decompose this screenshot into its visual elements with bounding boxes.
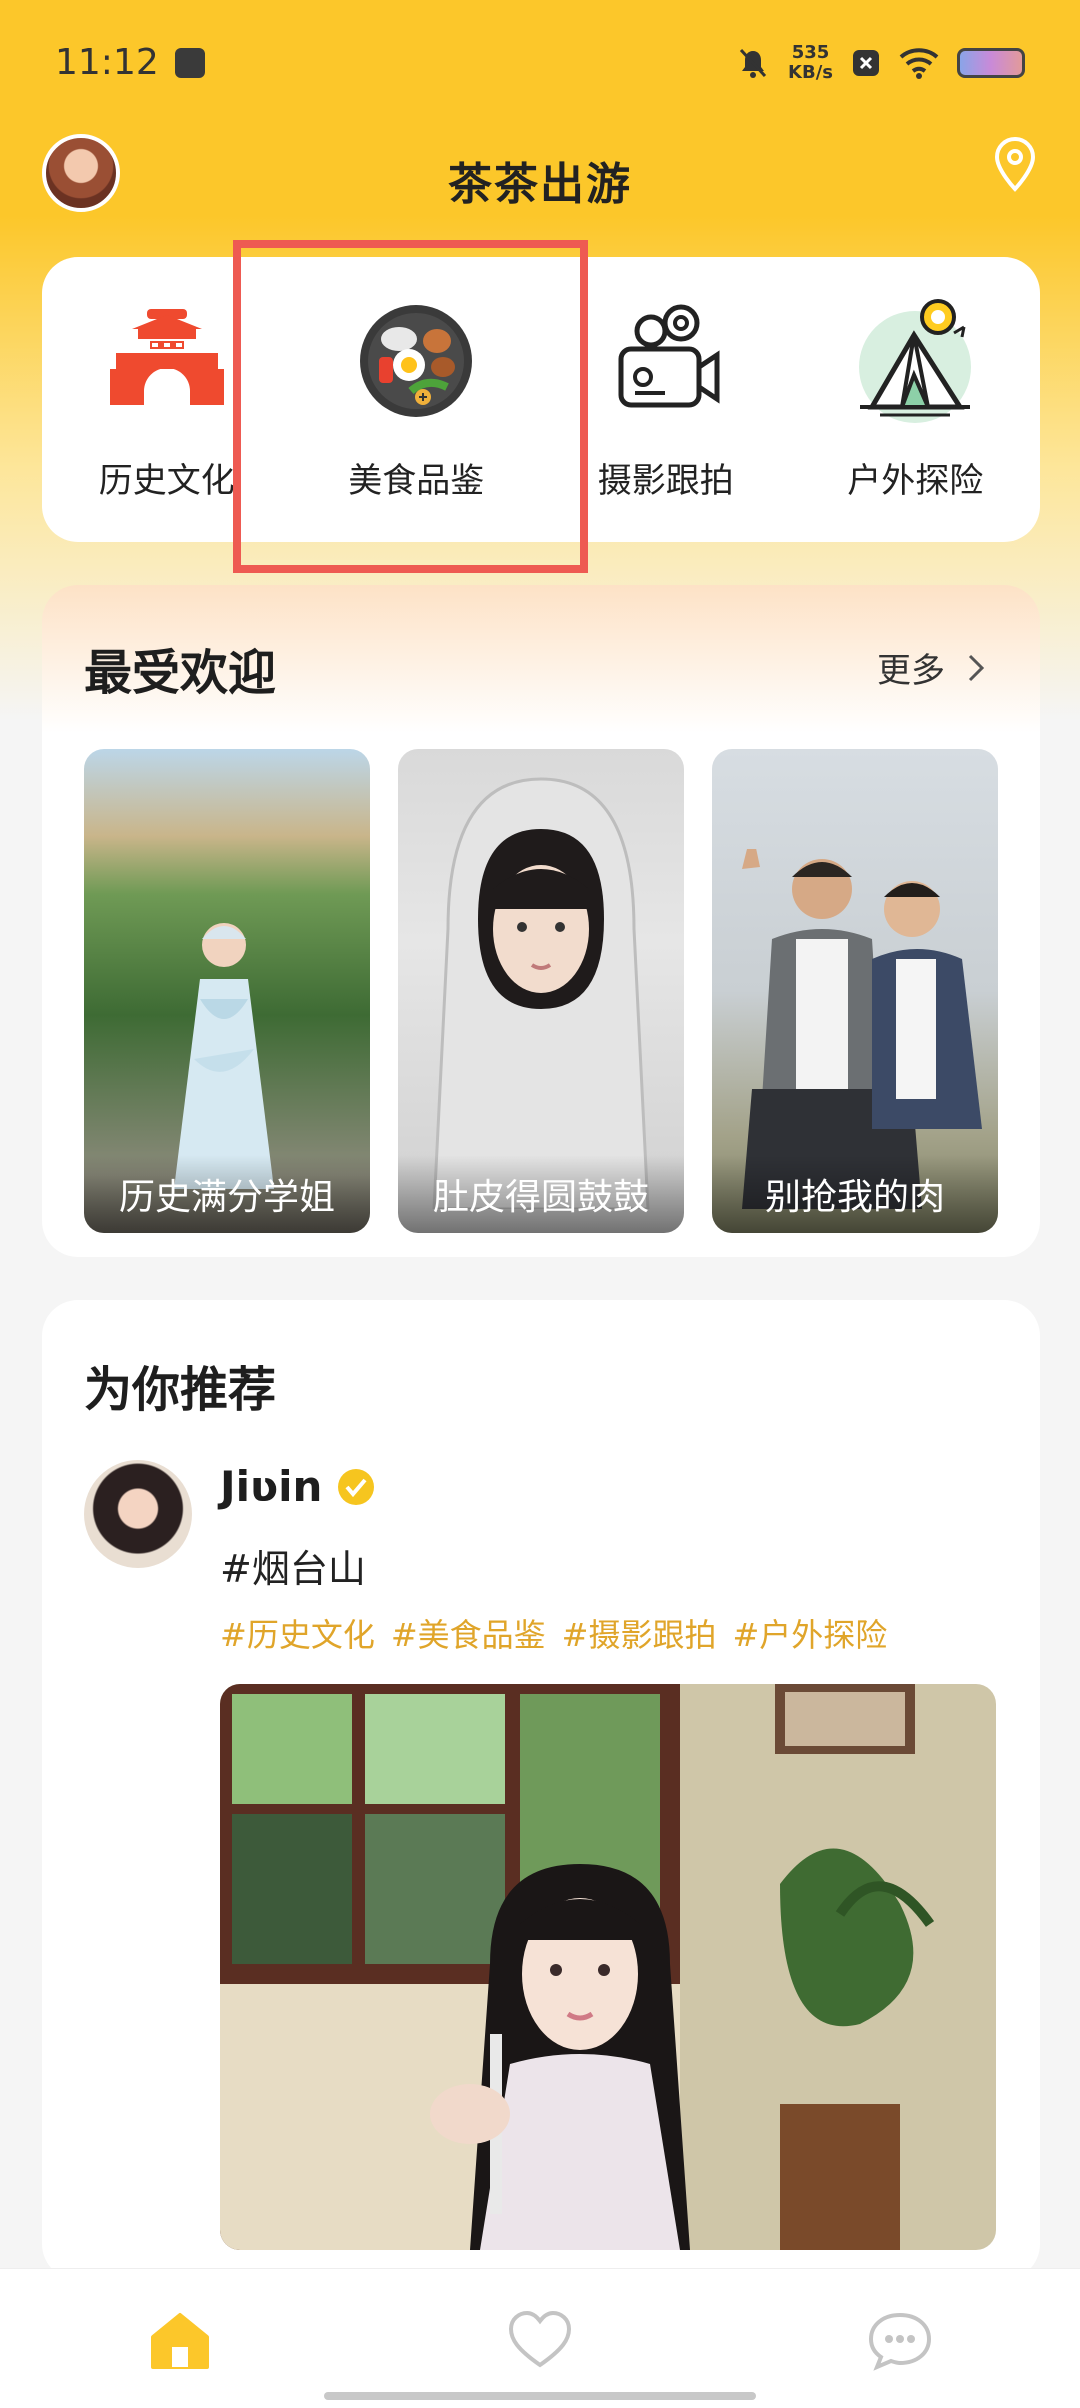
- user-avatar[interactable]: [42, 134, 120, 212]
- status-time: 11:12: [55, 42, 159, 83]
- section-title: 最受欢迎: [84, 633, 277, 707]
- page-title: 茶茶出游: [448, 159, 632, 210]
- chinese-gate-icon: [109, 309, 224, 405]
- post-tag[interactable]: #摄影跟拍: [562, 1610, 717, 1656]
- popular-caption: 肚皮得圆鼓鼓: [398, 1155, 684, 1233]
- bottom-nav: [0, 2268, 1080, 2408]
- popular-card[interactable]: 肚皮得圆鼓鼓: [398, 749, 684, 1233]
- author-avatar[interactable]: [84, 1460, 192, 1568]
- post-tag[interactable]: #历史文化: [220, 1610, 375, 1656]
- popular-caption: 别抢我的肉: [712, 1155, 998, 1233]
- recommend-section: 为你推荐 Jiʋin #烟台山 #历史文化 #美食品鉴 #摄影跟拍 #户外探险: [42, 1300, 1040, 2280]
- author-name-row[interactable]: Jiʋin: [220, 1462, 376, 1511]
- popular-card[interactable]: 别抢我的肉: [712, 749, 998, 1233]
- chevron-right-icon: [968, 654, 985, 681]
- category-outdoor[interactable]: 户外探险: [800, 295, 1030, 502]
- popular-section: 最受欢迎 更多 历史满分学姐 肚皮得圆鼓鼓 别抢我的肉: [42, 585, 1040, 1257]
- heart-icon[interactable]: [507, 2309, 573, 2371]
- location-pin-icon[interactable]: [992, 135, 1038, 195]
- home-indicator: [324, 2392, 756, 2400]
- section-title: 为你推荐: [84, 1350, 277, 1424]
- home-icon[interactable]: [147, 2309, 213, 2371]
- post-image: [220, 1684, 996, 2250]
- app-header: 茶茶出游: [0, 125, 1080, 235]
- category-label: 户外探险: [847, 461, 984, 501]
- post-tag[interactable]: #美食品鉴: [391, 1610, 546, 1656]
- verified-badge-icon: [338, 1468, 375, 1505]
- category-label: 历史文化: [98, 461, 235, 501]
- notification-icon: [174, 47, 205, 78]
- chat-icon[interactable]: [867, 2309, 933, 2371]
- post-photo[interactable]: [220, 1684, 996, 2250]
- popular-list: 历史满分学姐 肚皮得圆鼓鼓 别抢我的肉: [84, 749, 998, 1233]
- video-camera-icon: [618, 304, 720, 408]
- highlight-box: [233, 240, 588, 573]
- popular-caption: 历史满分学姐: [84, 1155, 370, 1233]
- network-speed: 535 KB/s: [788, 41, 833, 83]
- wifi-icon: [899, 47, 939, 79]
- category-label: 摄影跟拍: [597, 461, 734, 501]
- post-tag-list: #历史文化 #美食品鉴 #摄影跟拍 #户外探险: [220, 1610, 887, 1656]
- status-bar: 11:12 535 KB/s: [0, 0, 1080, 125]
- more-link[interactable]: 更多: [877, 643, 985, 692]
- mute-icon: [739, 48, 767, 78]
- popular-card[interactable]: 历史满分学姐: [84, 749, 370, 1233]
- tent-icon: [859, 299, 972, 423]
- close-box-icon: [853, 49, 879, 76]
- post-tag[interactable]: #户外探险: [732, 1610, 887, 1656]
- person-figure: [432, 777, 650, 1209]
- battery-icon: [957, 47, 1025, 78]
- author-name: Jiʋin: [220, 1462, 323, 1511]
- post-location-tag[interactable]: #烟台山: [220, 1538, 366, 1593]
